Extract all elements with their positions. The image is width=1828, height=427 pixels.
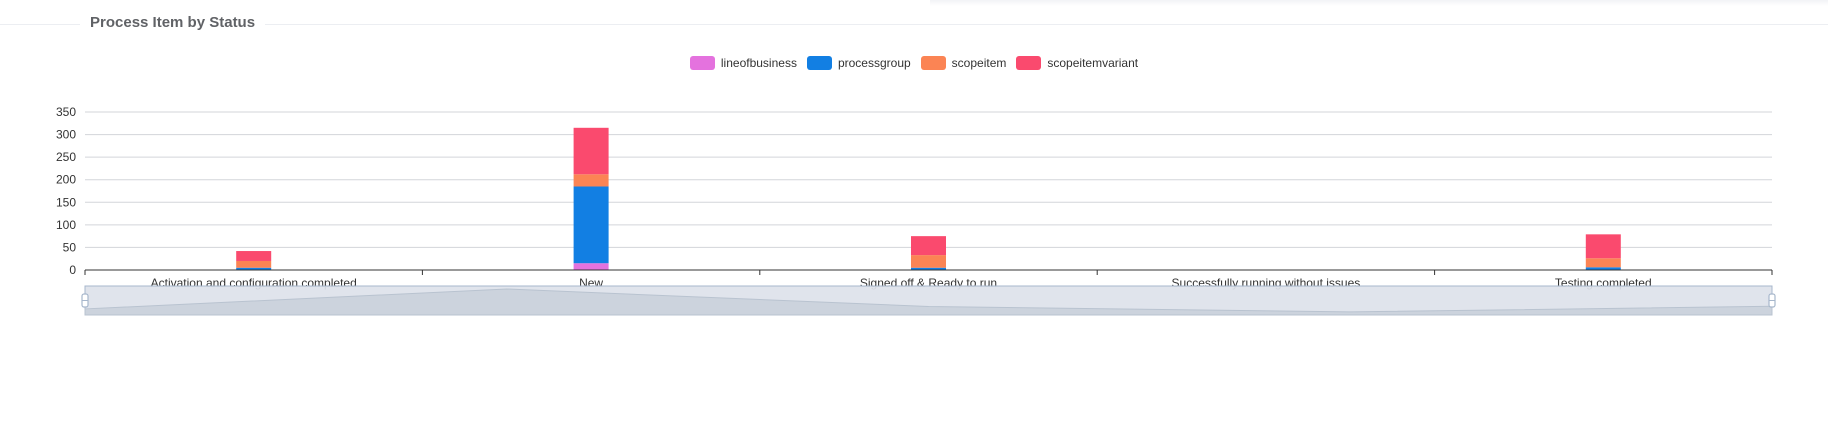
y-tick-label: 0 [69,263,76,277]
y-axis-ticks: 0 50 100 150 200 250 300 350 [56,105,76,277]
bar-segment-scopeitem[interactable] [573,174,609,187]
data-zoom-slider[interactable] [81,285,1776,316]
bar-segment-scopeitemvariant[interactable] [236,251,272,261]
y-tick-label: 100 [56,218,76,232]
y-tick-label: 300 [56,128,76,142]
stacked-bar-chart: 050100150200250300350 Activation and con… [56,105,1776,316]
y-tick-label: 250 [56,150,76,164]
bar-segment-lineofbusiness[interactable] [573,263,609,270]
y-tick-label: 150 [56,195,76,209]
bar-segment-scopeitemvariant[interactable] [911,236,946,256]
bar-segment-processgroup[interactable] [573,186,609,264]
bar-segment-scopeitem[interactable] [911,255,946,268]
y-tick-label: 350 [56,105,76,119]
y-tick-label: 200 [56,173,76,187]
bar-segment-scopeitem[interactable] [1585,258,1621,268]
grid-lines [85,111,1772,248]
bar-segment-scopeitemvariant[interactable] [573,127,609,175]
bars [236,127,1621,271]
x-axis [84,269,1773,275]
bar-segment-scopeitem[interactable] [236,260,272,268]
bar-segment-scopeitemvariant[interactable] [1585,234,1621,259]
y-tick-label: 50 [63,240,77,254]
